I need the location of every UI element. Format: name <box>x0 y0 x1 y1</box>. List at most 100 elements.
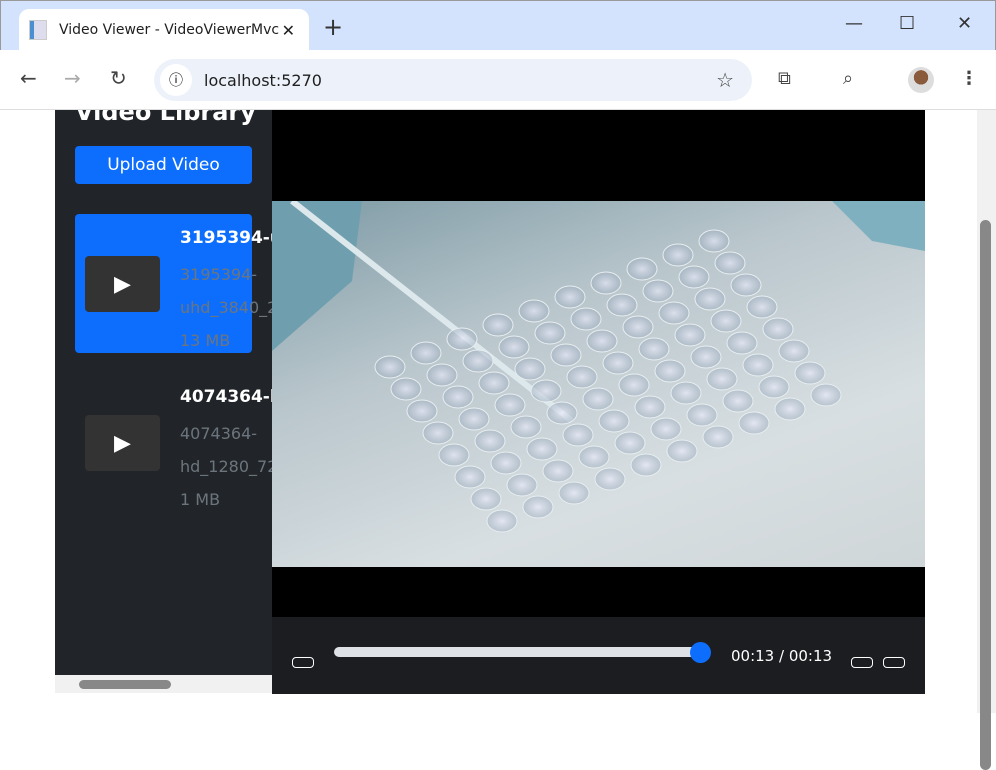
well-plate-well <box>534 321 566 345</box>
well-plate-well <box>438 443 470 467</box>
well-plate-well <box>618 373 650 397</box>
well-plate-well <box>406 399 438 423</box>
well-plate-well <box>638 337 670 361</box>
well-plate-well <box>778 339 810 363</box>
well-plate-well <box>514 357 546 381</box>
well-plate-well <box>546 401 578 425</box>
video-library-sidebar: Video Library Upload Video ▶ 3195394-uhd… <box>55 110 272 675</box>
bookmark-star-icon[interactable]: ☆ <box>716 68 734 92</box>
well-plate-well <box>566 365 598 389</box>
new-tab-button[interactable]: + <box>323 13 343 41</box>
well-plate-well <box>702 425 734 449</box>
video-frame <box>272 201 925 567</box>
tab-title: Video Viewer - VideoViewerMvc <box>59 22 279 38</box>
video-list-item[interactable]: ▶ 4074364-hd_1280_720 4074364-hd_1280_72… <box>75 373 272 512</box>
well-plate-well <box>550 343 582 367</box>
close-tab-icon[interactable]: ✕ <box>282 21 295 40</box>
well-plate-well <box>506 473 538 497</box>
well-plate-well <box>598 409 630 433</box>
well-plate-well <box>614 431 646 455</box>
well-plate-well <box>698 229 730 253</box>
well-plate-well <box>722 389 754 413</box>
url-text[interactable]: localhost:5270 <box>204 71 322 90</box>
well-plate-well <box>422 421 454 445</box>
well-plate-well <box>562 423 594 447</box>
well-plate-well <box>674 323 706 347</box>
well-plate-well <box>570 307 602 331</box>
well-plate-well <box>498 335 530 359</box>
well-plate-well <box>742 353 774 377</box>
well-plate-well <box>542 459 574 483</box>
extensions-icon[interactable]: ⧉ <box>778 68 791 89</box>
well-plate-well <box>650 417 682 441</box>
well-plate-well <box>690 345 722 369</box>
well-plate-well <box>554 285 586 309</box>
well-plate-well <box>374 355 406 379</box>
well-plate-well <box>578 445 610 469</box>
forward-icon[interactable]: → <box>64 66 81 90</box>
well-plate-well <box>654 359 686 383</box>
well-plate-well <box>474 429 506 453</box>
well-plate-well <box>582 387 614 411</box>
well-plate-well <box>694 287 726 311</box>
profile-avatar[interactable] <box>908 67 934 93</box>
site-info-icon[interactable]: ⓘ <box>160 64 192 96</box>
well-plate-well <box>482 313 514 337</box>
well-plate-well <box>486 509 518 533</box>
well-plate-well <box>714 251 746 275</box>
well-plate-well <box>446 327 478 351</box>
well-plate-well <box>666 439 698 463</box>
video-name: 3195394-uhd_3840_2160 <box>180 228 272 248</box>
well-plate-well <box>410 341 442 365</box>
well-plate-well <box>710 309 742 333</box>
well-plate-well <box>594 467 626 491</box>
well-plate-well <box>670 381 702 405</box>
progress-handle[interactable] <box>690 642 711 663</box>
well-plate-well <box>762 317 794 341</box>
well-plate-well <box>426 363 458 387</box>
fullscreen-button[interactable] <box>883 657 905 668</box>
well-plate-well <box>478 371 510 395</box>
well-plate-well <box>470 487 502 511</box>
upload-video-button[interactable]: Upload Video <box>75 146 252 184</box>
back-icon[interactable]: ← <box>20 66 37 90</box>
sidebar-horizontal-scrollbar[interactable] <box>55 675 272 693</box>
well-plate-well <box>746 295 778 319</box>
play-icon: ▶ <box>85 415 160 471</box>
mute-button[interactable] <box>851 657 873 668</box>
video-meta: 4074364- hd_1280_72 1 MB <box>180 424 272 509</box>
video-player[interactable]: 00:13 / 00:13 <box>272 110 925 694</box>
address-bar[interactable]: ⓘ localhost:5270 ☆ <box>154 59 752 101</box>
tab-strip: Video Viewer - VideoViewerMvc ✕ + — ☐ ✕ <box>0 0 996 51</box>
time-display: 00:13 / 00:13 <box>731 647 833 665</box>
well-plate-well <box>462 349 494 373</box>
video-controls: 00:13 / 00:13 <box>272 617 925 694</box>
well-plate-well <box>530 379 562 403</box>
reload-icon[interactable]: ↻ <box>110 66 127 90</box>
well-plate-well <box>678 265 710 289</box>
well-plate-well <box>794 361 826 385</box>
well-plate-well <box>658 301 690 325</box>
well-plate-well <box>758 375 790 399</box>
well-plate-well <box>774 397 806 421</box>
video-list-item[interactable]: ▶ 3195394-uhd_3840_2160 3195394-uhd_3840… <box>75 214 272 353</box>
minimize-button[interactable]: — <box>845 13 863 34</box>
tab-search-icon[interactable]: ⌕ <box>843 68 853 89</box>
play-pause-button[interactable] <box>292 657 314 668</box>
well-plate-well <box>390 377 422 401</box>
well-plate-well <box>586 329 618 353</box>
well-plate-well <box>518 299 550 323</box>
page-favicon-icon <box>29 20 47 40</box>
window-close-button[interactable]: ✕ <box>957 13 972 34</box>
maximize-button[interactable]: ☐ <box>899 13 915 34</box>
page-vertical-scrollbar[interactable] <box>977 110 996 770</box>
menu-icon[interactable]: ⋮ <box>960 68 978 89</box>
browser-toolbar: ← → ↻ ⓘ localhost:5270 ☆ ⧉ ⌕ ⋮ <box>0 50 996 110</box>
well-plate-well <box>706 367 738 391</box>
well-plate-well <box>558 481 590 505</box>
well-plate-well <box>662 243 694 267</box>
progress-slider[interactable] <box>334 647 702 657</box>
browser-tab[interactable]: Video Viewer - VideoViewerMvc ✕ <box>19 9 309 51</box>
well-plate-well <box>510 415 542 439</box>
video-meta: 3195394- uhd_3840_2 13 MB <box>180 265 272 350</box>
